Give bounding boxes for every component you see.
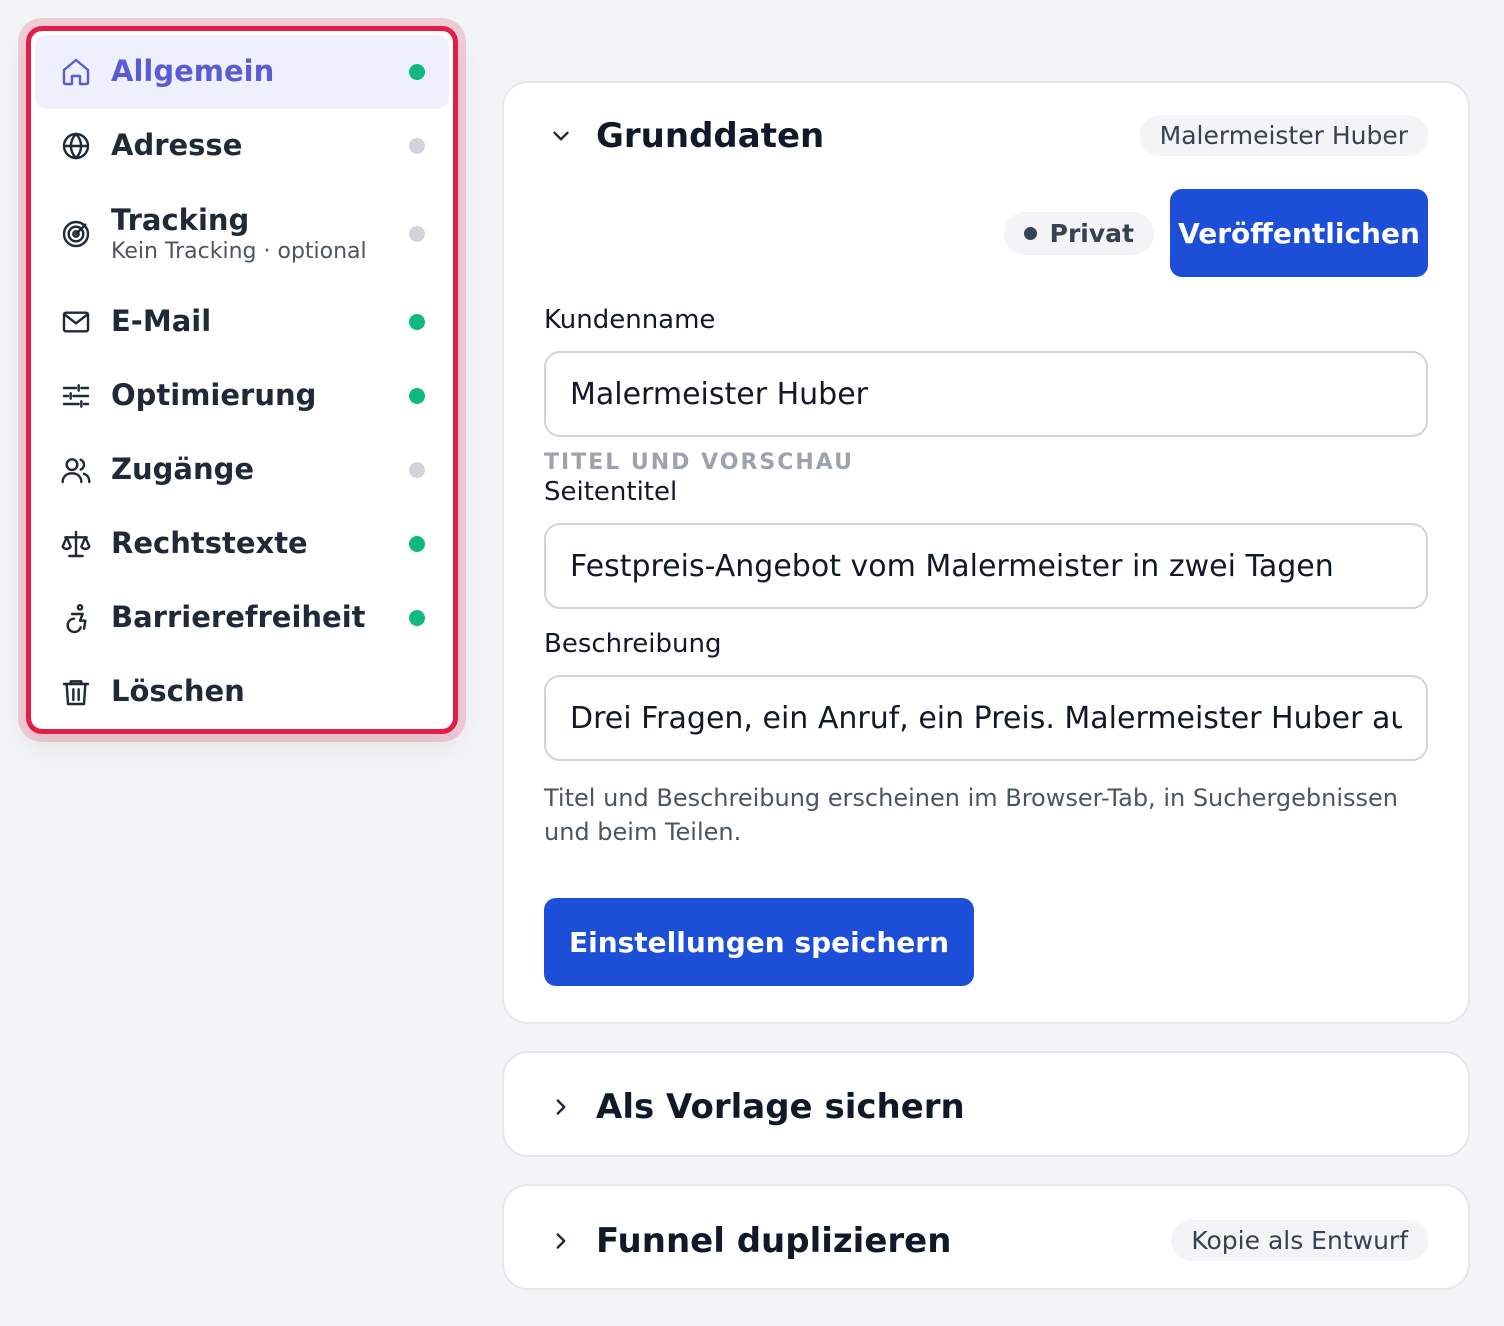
- help-text: Titel und Beschreibung erscheinen im Bro…: [544, 784, 1398, 846]
- status-dot: [409, 462, 425, 478]
- page-title-label: Seitentitel: [544, 477, 678, 507]
- mail-icon: [59, 305, 93, 339]
- customer-badge: Malermeister Huber: [1139, 115, 1428, 156]
- card-title: Grunddaten: [596, 115, 825, 156]
- visibility-label: Privat: [1049, 218, 1134, 248]
- sidebar-item-label: Rechtstexte: [111, 526, 308, 561]
- vorlage-header[interactable]: Als Vorlage sichern: [544, 1087, 1428, 1127]
- publish-button[interactable]: Veröffentlichen: [1170, 189, 1428, 277]
- sidebar-item-label: Optimierung: [111, 378, 317, 413]
- status-dot: [409, 610, 425, 626]
- status-dot: [409, 314, 425, 330]
- duplicate-card: Funnel duplizieren Kopie als Entwurf: [502, 1184, 1470, 1290]
- sliders-icon: [59, 379, 93, 413]
- customer-name-input[interactable]: [544, 351, 1428, 437]
- sidebar-item-optimierung[interactable]: Optimierung: [35, 359, 449, 433]
- sidebar-item-sublabel: Kein Tracking · optional: [111, 239, 367, 265]
- sidebar-item-rechtstexte[interactable]: Rechtstexte: [35, 507, 449, 581]
- visibility-badge: Privat: [1003, 211, 1154, 255]
- section-heading: TITEL UND VORSCHAU: [544, 450, 855, 475]
- settings-sidebar: Allgemein Adresse Tracking Kein Tracking…: [26, 26, 458, 734]
- users-icon: [59, 453, 93, 487]
- sidebar-item-email[interactable]: E-Mail: [35, 285, 449, 359]
- card-title: Funnel duplizieren: [596, 1220, 952, 1261]
- sidebar-item-label: Löschen: [111, 674, 245, 709]
- sidebar-item-barrierefreiheit[interactable]: Barrierefreiheit: [35, 581, 449, 655]
- radar-icon: [59, 217, 93, 251]
- status-dot: [409, 388, 425, 404]
- sidebar-item-zugaenge[interactable]: Zugänge: [35, 433, 449, 507]
- chevron-right-icon[interactable]: [544, 1090, 578, 1124]
- trash-icon: [59, 675, 93, 709]
- draft-copy-badge: Kopie als Entwurf: [1171, 1220, 1428, 1261]
- grunddaten-header[interactable]: Grunddaten Malermeister Huber: [544, 115, 1428, 156]
- scale-icon: [59, 527, 93, 561]
- status-dot: [409, 138, 425, 154]
- accessibility-icon: [59, 601, 93, 635]
- globe-icon: [59, 129, 93, 163]
- sidebar-item-tracking[interactable]: Tracking Kein Tracking · optional: [35, 183, 449, 285]
- sidebar-item-allgemein[interactable]: Allgemein: [35, 35, 449, 109]
- sidebar-item-loeschen[interactable]: Löschen: [35, 655, 449, 729]
- sidebar-item-label: Barrierefreiheit: [111, 600, 366, 635]
- sidebar-item-label: Tracking: [111, 202, 250, 237]
- publish-actions: Privat Veröffentlichen: [1003, 189, 1428, 277]
- page-title-input[interactable]: [544, 523, 1428, 609]
- customer-name-label: Kundenname: [544, 305, 716, 335]
- sidebar-item-label: Adresse: [111, 128, 243, 163]
- home-icon: [59, 55, 93, 89]
- sidebar-item-label: Zugänge: [111, 452, 255, 487]
- sidebar-item-label: E-Mail: [111, 304, 212, 339]
- description-input[interactable]: [544, 675, 1428, 761]
- grunddaten-card: Grunddaten Malermeister Huber Privat Ver…: [502, 81, 1470, 1024]
- vorlage-card: Als Vorlage sichern: [502, 1051, 1470, 1157]
- save-settings-button[interactable]: Einstellungen speichern: [544, 898, 974, 986]
- sidebar-item-adresse[interactable]: Adresse: [35, 109, 449, 183]
- sidebar-item-label: Allgemein: [111, 54, 275, 89]
- duplicate-header[interactable]: Funnel duplizieren Kopie als Entwurf: [544, 1220, 1428, 1261]
- description-label: Beschreibung: [544, 629, 722, 659]
- visibility-dot: [1023, 226, 1037, 240]
- chevron-down-icon[interactable]: [544, 119, 578, 153]
- status-dot: [409, 64, 425, 80]
- status-dot: [409, 536, 425, 552]
- card-title: Als Vorlage sichern: [596, 1087, 965, 1127]
- chevron-right-icon[interactable]: [544, 1224, 578, 1258]
- status-dot: [409, 226, 425, 242]
